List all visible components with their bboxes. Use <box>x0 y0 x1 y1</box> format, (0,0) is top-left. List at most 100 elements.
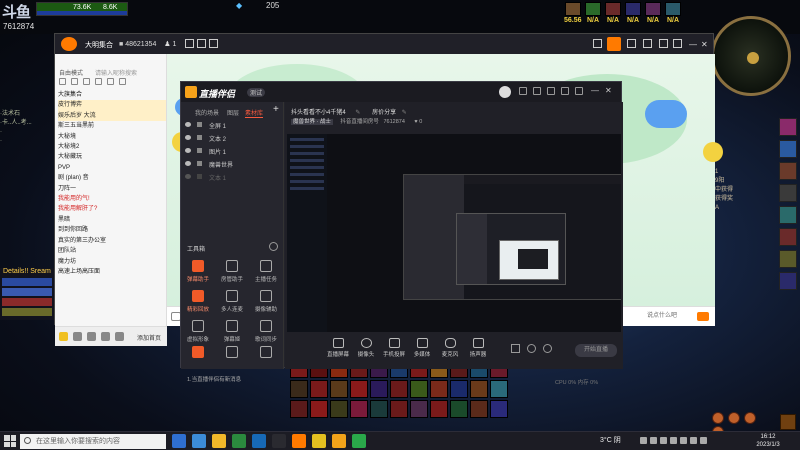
buff-icon[interactable] <box>779 206 797 224</box>
buff-icon[interactable] <box>779 140 797 158</box>
tool-danmaku[interactable]: 弹幕助手 <box>183 260 213 286</box>
action-slot[interactable] <box>430 380 448 398</box>
lock-icon[interactable] <box>197 161 202 166</box>
action-slot[interactable] <box>370 380 388 398</box>
scene-row[interactable]: 文本 1 <box>185 172 280 182</box>
channel-item[interactable]: 我能用的气! <box>58 194 166 204</box>
star-icon[interactable] <box>185 39 194 48</box>
close-button[interactable]: ✕ <box>701 40 708 49</box>
gift-icon[interactable] <box>659 39 668 48</box>
buff-icon[interactable] <box>779 118 797 136</box>
action-slot[interactable] <box>390 380 408 398</box>
folder-icon[interactable] <box>212 434 226 448</box>
task-view-icon[interactable] <box>192 434 206 448</box>
tool-video[interactable] <box>183 346 213 364</box>
live-preview[interactable] <box>287 134 621 332</box>
action-slot[interactable] <box>310 400 328 418</box>
scene-row[interactable]: 文本 2 <box>185 133 280 143</box>
menu-icon[interactable] <box>209 39 218 48</box>
add-icon[interactable] <box>197 39 206 48</box>
eye-icon[interactable] <box>185 148 191 153</box>
details-damage-meter[interactable] <box>0 268 54 320</box>
start-live-button[interactable]: 开始直播 <box>575 344 617 357</box>
microphone-button[interactable]: 麦克风 <box>437 338 463 358</box>
action-slot[interactable] <box>470 400 488 418</box>
channel-item[interactable]: 我能用解肝了? <box>58 204 166 214</box>
avatar[interactable] <box>499 86 511 98</box>
camera-button[interactable]: 摄像头 <box>353 338 379 358</box>
add-scene-button[interactable]: + <box>273 104 279 115</box>
action-slot[interactable] <box>350 380 368 398</box>
channel-item[interactable]: 大秘境 <box>58 132 166 142</box>
gear-icon[interactable] <box>119 78 126 85</box>
battlenet-icon[interactable] <box>252 434 266 448</box>
footer-notice[interactable]: 1.当直播伴侣有新消息 <box>187 375 241 383</box>
party-portrait-3[interactable] <box>605 2 621 16</box>
mic-icon[interactable] <box>73 332 82 341</box>
party-portrait-6[interactable] <box>665 2 681 16</box>
tool-replay[interactable]: 精彩回放 <box>183 290 213 316</box>
tool-multi-mic[interactable]: 多人连麦 <box>217 290 247 316</box>
menu-icon[interactable] <box>561 87 569 95</box>
filter-icon[interactable] <box>107 78 114 85</box>
camera-icon[interactable] <box>87 332 96 341</box>
gamepad-icon[interactable] <box>643 39 652 48</box>
tray-icon[interactable] <box>650 437 657 444</box>
eye-icon[interactable] <box>185 122 191 127</box>
channel-item[interactable]: 刀阵一 <box>58 184 166 194</box>
wow-icon[interactable] <box>312 434 326 448</box>
sidebar-search[interactable]: 请输入昵称搜索 <box>95 68 137 77</box>
tool-record[interactable] <box>217 346 247 364</box>
media-button[interactable]: 多媒体 <box>409 338 435 358</box>
add-home-label[interactable]: 添加首页 <box>137 333 161 342</box>
buff-icon[interactable] <box>779 228 797 246</box>
channel-item[interactable]: 大秘藏玩 <box>58 152 166 162</box>
ime-icon[interactable] <box>700 437 707 444</box>
tab-my-scenes[interactable]: 我的场景 <box>195 108 219 117</box>
channel-item[interactable]: 大旗集合 <box>58 90 166 100</box>
settings-icon[interactable] <box>673 39 682 48</box>
volume-icon[interactable] <box>690 437 697 444</box>
companion-icon[interactable] <box>332 434 346 448</box>
gem-icon[interactable] <box>728 412 741 424</box>
buff-icon[interactable] <box>779 272 797 290</box>
settings-icon[interactable] <box>575 87 583 95</box>
action-slot[interactable] <box>350 400 368 418</box>
screen-icon[interactable] <box>593 39 602 48</box>
scene-row[interactable]: 图片 1 <box>185 146 280 156</box>
buff-icon[interactable] <box>779 162 797 180</box>
channel-item[interactable]: 黑暗 <box>58 215 166 225</box>
channel-item[interactable]: 到到你回路 <box>58 225 166 235</box>
lock-icon[interactable] <box>197 122 202 127</box>
channel-item[interactable]: 高速上场高压面 <box>58 267 166 277</box>
channel-item[interactable]: PVP <box>58 163 166 173</box>
minimap[interactable] <box>711 16 791 96</box>
action-slot[interactable] <box>410 400 428 418</box>
action-slot[interactable] <box>490 400 508 418</box>
action-slot[interactable] <box>370 400 388 418</box>
channel-item[interactable]: 魔力坊 <box>58 257 166 267</box>
mail-icon[interactable] <box>533 87 541 95</box>
action-slot[interactable] <box>430 400 448 418</box>
list-icon[interactable] <box>71 78 78 85</box>
minimize-button[interactable]: — <box>689 40 697 49</box>
channel-item[interactable]: 团队站 <box>58 246 166 256</box>
action-slot[interactable] <box>410 380 428 398</box>
action-slot[interactable] <box>450 380 468 398</box>
grid-icon[interactable] <box>95 78 102 85</box>
chrome-icon[interactable] <box>232 434 246 448</box>
lock-icon[interactable] <box>197 174 202 179</box>
wifi-icon[interactable] <box>680 437 687 444</box>
eye-icon[interactable] <box>185 161 191 166</box>
channel-item[interactable]: 斯三五当黑前 <box>58 121 166 131</box>
player-unit-frame[interactable]: 73.6K 8.6K <box>36 2 128 16</box>
tool-tasks[interactable]: 主播任务 <box>251 260 281 286</box>
speaker-button[interactable]: 扬声器 <box>465 338 491 358</box>
channel-item[interactable]: 真实的第三办公室 <box>58 236 166 246</box>
notification-icon[interactable] <box>519 87 527 95</box>
party-portrait-1[interactable] <box>565 2 581 16</box>
channel-item[interactable]: 皮行博弈 <box>58 100 166 111</box>
tool-camera-assist[interactable]: 摄像辅助 <box>251 290 281 316</box>
party-portrait-4[interactable] <box>625 2 641 16</box>
chat-icon[interactable] <box>547 87 555 95</box>
